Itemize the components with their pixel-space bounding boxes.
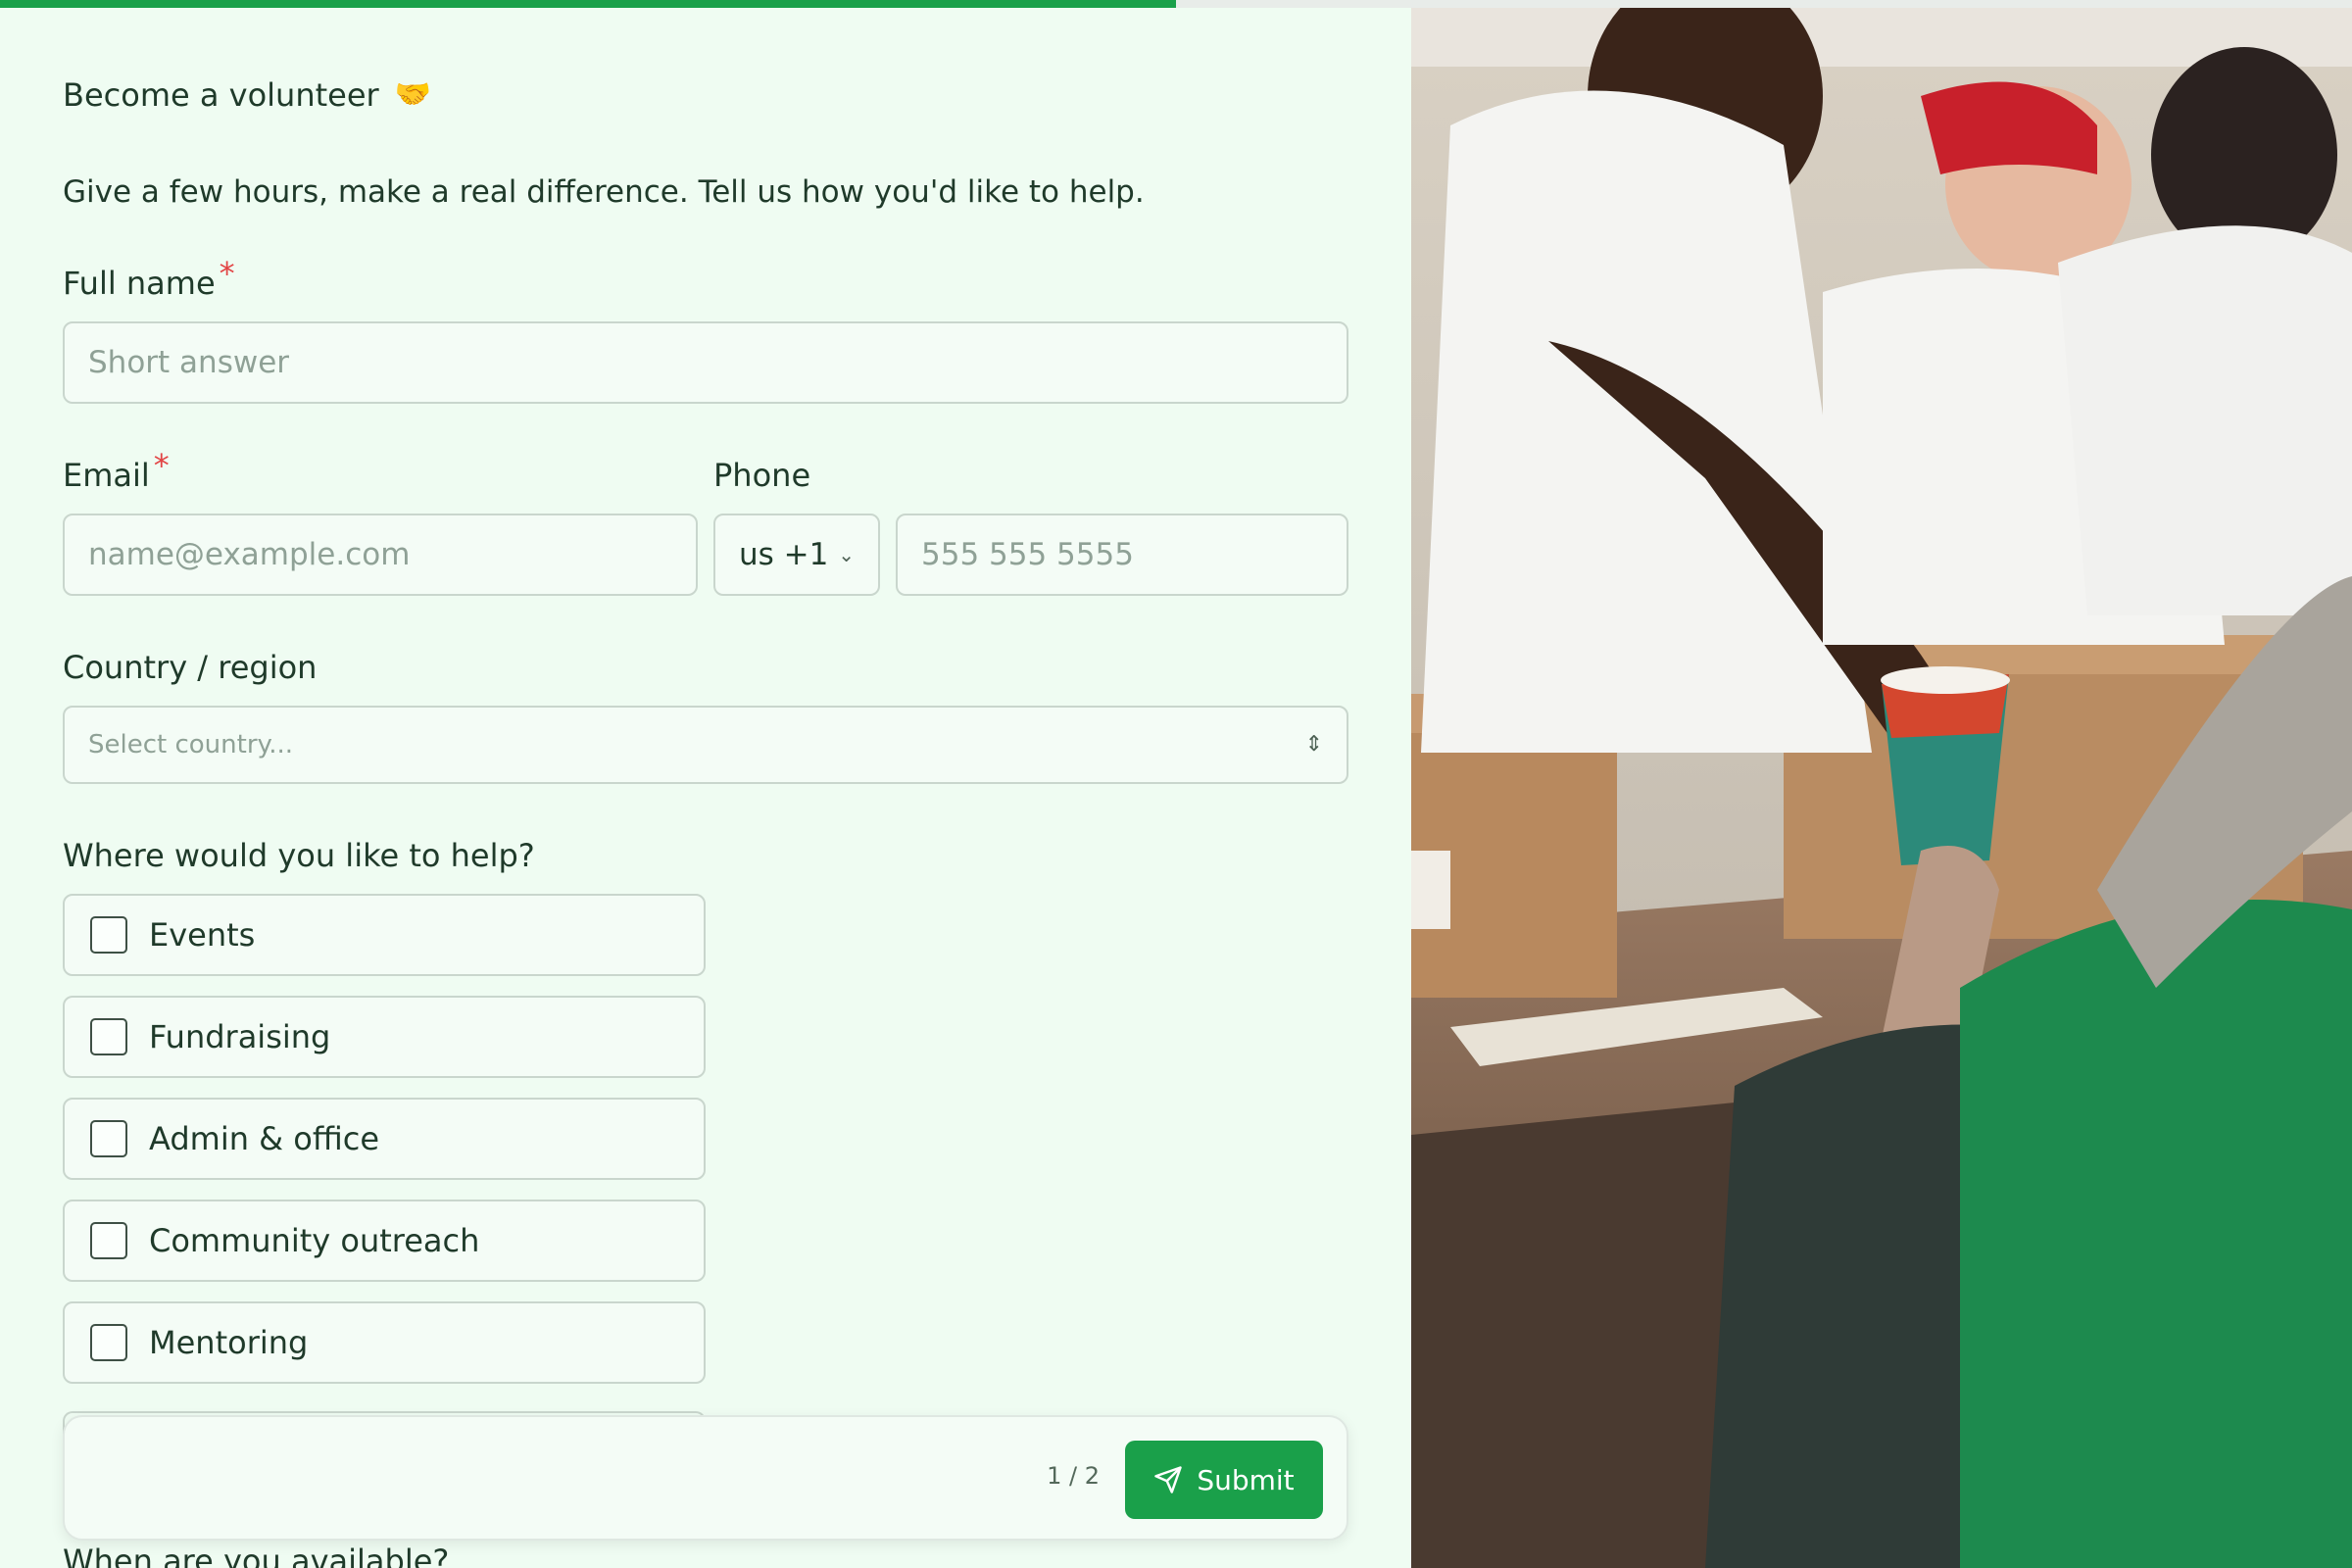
checkbox-box[interactable] [90,1018,127,1055]
checkbox-label: Mentoring [149,1324,309,1361]
checkbox-box[interactable] [90,1120,127,1157]
footer-bar: 1 / 2 Submit [63,1415,1348,1541]
checkbox-label: Events [149,916,256,954]
checkbox-fundraising[interactable]: Fundraising [63,996,706,1078]
checkbox-label: Community outreach [149,1222,480,1259]
checkbox-box[interactable] [90,1324,127,1361]
volunteer-photo [1411,8,2352,1568]
handshake-icon: 🤝 [394,77,432,112]
required-marker: * [153,447,170,484]
checkbox-mentoring[interactable]: Mentoring [63,1301,706,1384]
phone-placeholder: 555 555 5555 [921,537,1134,572]
form-subtitle: Give a few hours, make a real difference… [63,174,1145,210]
volunteer-photo-illustration [1411,8,2352,1568]
email-placeholder: name@example.com [88,537,411,572]
phone-label: Phone [713,457,811,494]
page-counter: 1 / 2 [1047,1462,1100,1490]
checkbox-label: Fundraising [149,1018,331,1055]
availability-label: When are you available? [63,1543,450,1568]
email-label: Email * [63,447,170,494]
checkbox-label: Admin & office [149,1120,380,1157]
progress-fill [0,0,1176,8]
country-label: Country / region [63,649,318,686]
phone-input[interactable]: 555 555 5555 [896,514,1348,596]
form-pane: Become a volunteer 🤝 Give a few hours, m… [0,8,1411,1568]
help-label: Where would you like to help? [63,837,535,874]
checkbox-events[interactable]: Events [63,894,706,976]
form-title-text: Become a volunteer [63,76,379,114]
progress-track [0,0,2352,8]
email-label-text: Email [63,457,150,494]
app-root: Become a volunteer 🤝 Give a few hours, m… [0,0,2352,1568]
country-code-value: us +1 [739,537,829,572]
submit-label: Submit [1197,1463,1295,1496]
full-name-placeholder: Short answer [88,345,290,380]
updown-icon: ⇕ [1304,732,1323,757]
chevron-down-icon: ⌄ [838,543,855,566]
submit-button[interactable]: Submit [1125,1441,1323,1519]
form-title: Become a volunteer 🤝 [63,76,431,114]
country-select[interactable]: Select country... ⇕ [63,706,1348,784]
full-name-label-text: Full name [63,265,216,302]
full-name-input[interactable]: Short answer [63,321,1348,404]
checkbox-community-outreach[interactable]: Community outreach [63,1200,706,1282]
country-code-select[interactable]: us +1 ⌄ [713,514,880,596]
required-marker: * [219,255,235,292]
checkbox-admin-office[interactable]: Admin & office [63,1098,706,1180]
full-name-label: Full name * [63,255,235,302]
checkbox-box[interactable] [90,916,127,954]
send-icon [1154,1466,1183,1494]
checkbox-box[interactable] [90,1222,127,1259]
country-placeholder: Select country... [88,730,293,760]
email-input[interactable]: name@example.com [63,514,698,596]
